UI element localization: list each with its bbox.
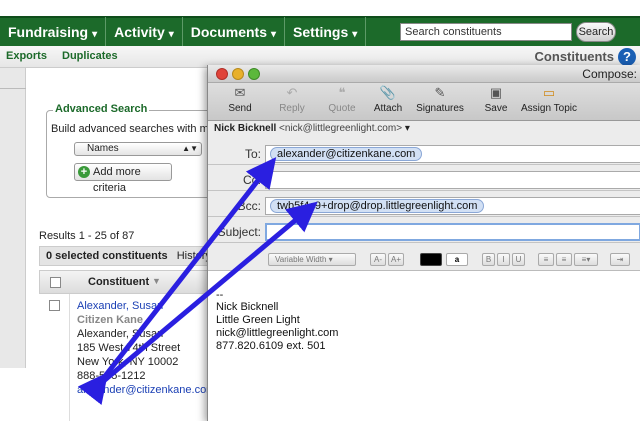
- chevron-down-icon: ▾: [352, 29, 358, 40]
- constituent-phone: 888-555-1212: [77, 370, 146, 382]
- chevron-down-icon: ▾: [404, 123, 410, 134]
- font-select[interactable]: Variable Width ▾: [268, 253, 356, 266]
- bold-button[interactable]: B: [482, 253, 495, 266]
- constituent-street: 185 West 74th Street: [77, 342, 181, 354]
- close-window-button[interactable]: [216, 68, 228, 80]
- window-title: Compose:: [582, 67, 637, 81]
- divider: [0, 88, 26, 89]
- reply-button[interactable]: ↶ Reply: [274, 85, 310, 114]
- updown-arrows-icon: ▲▼: [182, 144, 198, 153]
- to-field: To: alexander@citizenkane.com: [208, 143, 640, 165]
- subject-label: Subject:: [217, 225, 261, 239]
- assign-topic-button[interactable]: ▭ Assign Topic: [514, 85, 584, 114]
- help-icon[interactable]: ?: [618, 48, 636, 66]
- constituent-company: Citizen Kane: [77, 314, 144, 326]
- signature-email: nick@littlegreenlight.com: [216, 327, 339, 339]
- from-name: Nick Bicknell: [214, 123, 277, 134]
- nav-activity[interactable]: Activity ▾: [106, 17, 183, 47]
- exports-link[interactable]: Exports: [6, 50, 47, 62]
- search-input[interactable]: Search constituents: [400, 23, 572, 41]
- main-nav: Fundraising ▾ Activity ▾ Documents ▾ Settin…: [0, 16, 640, 47]
- divider: [69, 294, 70, 421]
- column-constituent[interactable]: Constituent: [88, 276, 149, 288]
- format-bar: Variable Width ▾ A- A+ a B I U ≡ ≡ ≡▾ ⇥: [208, 249, 640, 271]
- cc-label: Cc:: [243, 173, 261, 187]
- selected-count: 0 selected constituents: [46, 250, 168, 262]
- italic-button[interactable]: I: [497, 253, 510, 266]
- nav-documents[interactable]: Documents ▾: [183, 17, 286, 47]
- to-label: To:: [244, 147, 261, 161]
- signature-phone: 877.820.6109 ext. 501: [216, 340, 326, 352]
- subject-field: Subject:: [208, 221, 640, 243]
- quote-icon: ❝: [338, 85, 346, 100]
- font-larger-button[interactable]: A+: [388, 253, 404, 266]
- plus-icon: +: [78, 166, 90, 178]
- advanced-search-box: Advanced Search Build advanced searches …: [46, 103, 229, 198]
- signatures-button[interactable]: ✎ Signatures: [412, 85, 468, 114]
- select-all-checkbox[interactable]: [50, 277, 61, 288]
- criteria-select[interactable]: Names ▲▼: [74, 142, 202, 156]
- constituent-city: New York, NY 10002: [77, 356, 179, 368]
- advanced-search-legend: Advanced Search: [53, 103, 150, 115]
- search-button[interactable]: Search: [576, 22, 616, 42]
- align-left-button[interactable]: ≡: [538, 253, 554, 266]
- constituent-display-name: Alexander, Susan: [77, 328, 164, 340]
- subject-input[interactable]: [265, 223, 640, 241]
- table-header: Constituent ▼: [39, 270, 219, 294]
- bcc-field: Bcc: twb5f4c9+drop@drop.littlegreenlight…: [208, 195, 640, 217]
- signature-icon: ✎: [434, 85, 446, 100]
- chevron-down-icon: ▾: [271, 29, 277, 40]
- constituent-email-link[interactable]: alexander@citizenkane.com: [77, 384, 215, 396]
- signature-org: Little Green Light: [216, 314, 300, 326]
- results-count: Results 1 - 25 of 87: [39, 230, 135, 242]
- save-icon: ▣: [489, 85, 503, 100]
- history-link[interactable]: History: [177, 250, 211, 262]
- table-row: Alexander, Susan Citizen Kane Alexander,…: [39, 294, 219, 421]
- left-panel: [0, 68, 26, 368]
- bcc-recipient-token[interactable]: twb5f4c9+drop@drop.littlegreenlight.com: [270, 199, 485, 213]
- cc-field: Cc:: [208, 169, 640, 191]
- highlight-color-swatch[interactable]: a: [446, 253, 468, 266]
- nav-settings[interactable]: Settings ▾: [285, 17, 367, 47]
- send-button[interactable]: ✉ Send: [222, 85, 258, 114]
- to-recipient-token[interactable]: alexander@citizenkane.com: [270, 147, 423, 161]
- compose-window: Compose: ✉ Send ↶ Reply ❝ Quote 📎 Attach ✎ Si…: [207, 65, 640, 421]
- page-title: Constituents: [534, 49, 614, 64]
- indent-button[interactable]: ⇥: [610, 253, 630, 266]
- zoom-window-button[interactable]: [248, 68, 260, 80]
- from-address: <nick@littlegreenlight.com>: [279, 123, 403, 134]
- constituent-name-link[interactable]: Alexander, Susan: [77, 300, 163, 312]
- topic-icon: ▭: [542, 85, 556, 100]
- underline-button[interactable]: U: [512, 253, 525, 266]
- chevron-down-icon: ▾: [92, 29, 98, 40]
- signature-separator: --: [216, 289, 224, 301]
- add-criteria-button[interactable]: + Add more criteria: [74, 163, 172, 194]
- bcc-label: Bcc:: [237, 199, 261, 213]
- row-checkbox[interactable]: [49, 300, 60, 311]
- text-color-swatch[interactable]: [420, 253, 442, 266]
- window-titlebar: Compose:: [208, 65, 640, 83]
- compose-toolbar: ✉ Send ↶ Reply ❝ Quote 📎 Attach ✎ Signatures …: [208, 83, 640, 121]
- sort-icon[interactable]: ▼: [152, 276, 161, 286]
- signature-name: Nick Bicknell: [216, 301, 279, 313]
- message-body[interactable]: -- Nick Bicknell Little Green Light nick…: [208, 271, 640, 421]
- paperclip-icon: 📎: [379, 85, 397, 100]
- send-icon: ✉: [234, 85, 246, 100]
- cc-input[interactable]: [265, 171, 640, 189]
- list-button[interactable]: ≡▾: [574, 253, 598, 266]
- chevron-down-icon: ▾: [168, 29, 174, 40]
- minimize-window-button[interactable]: [232, 68, 244, 80]
- selection-bar: 0 selected constituents History: [39, 246, 219, 266]
- duplicates-link[interactable]: Duplicates: [62, 50, 118, 62]
- nav-fundraising[interactable]: Fundraising ▾: [0, 17, 107, 47]
- align-center-button[interactable]: ≡: [556, 253, 572, 266]
- advanced-search-description: Build advanced searches with multip: [51, 123, 229, 135]
- reply-icon: ↶: [286, 85, 298, 100]
- font-smaller-button[interactable]: A-: [370, 253, 386, 266]
- quote-button[interactable]: ❝ Quote: [324, 85, 360, 114]
- attach-button[interactable]: 📎 Attach: [368, 85, 408, 114]
- from-selector[interactable]: Nick Bicknell <nick@littlegreenlight.com…: [208, 121, 640, 137]
- save-button[interactable]: ▣ Save: [478, 85, 514, 114]
